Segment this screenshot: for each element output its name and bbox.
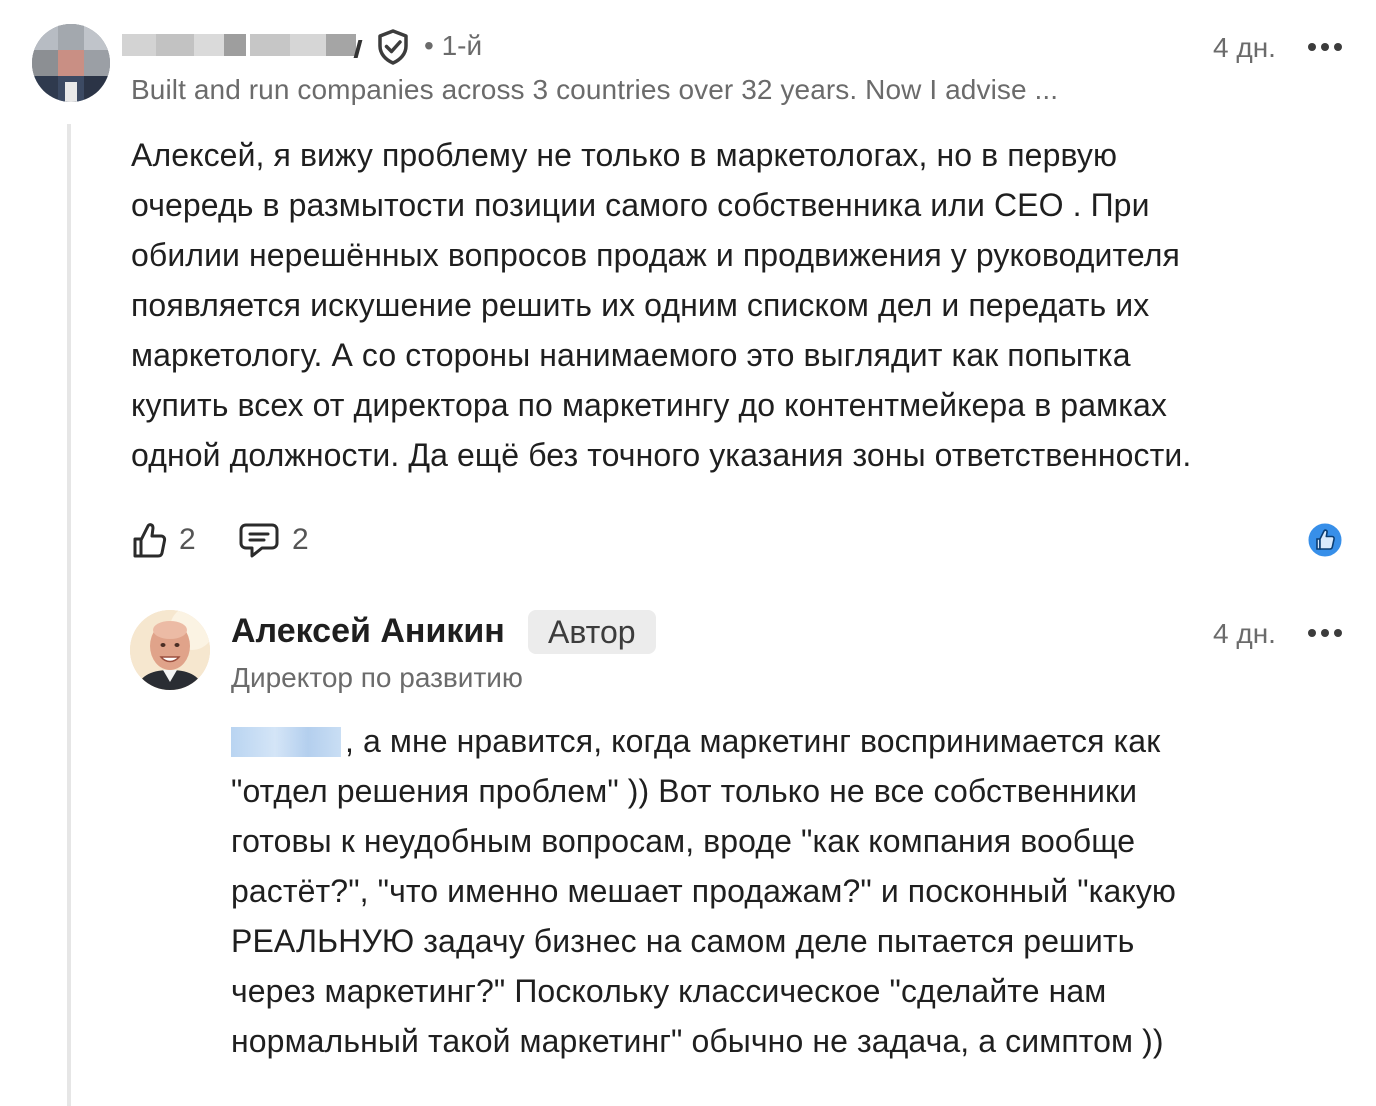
reply-text-line: РЕАЛЬНУЮ задачу бизнес на самом деле пыт… [231, 923, 1135, 959]
author-badge: Автор [528, 610, 656, 654]
reply-text-line: через маркетинг?" Поскольку классическое… [231, 973, 1107, 1009]
like-count: 2 [179, 523, 196, 556]
commenter-name-blurred[interactable] [122, 30, 363, 60]
reply-button[interactable]: 2 [238, 520, 309, 560]
thread-line [67, 124, 71, 1106]
more-options-icon[interactable] [1308, 43, 1342, 53]
reply-text: , а мне нравится, когда маркетинг воспри… [231, 716, 1176, 1066]
like-reaction-icon[interactable] [1307, 522, 1343, 558]
comment-text-line: появляется искушение решить их одним спи… [131, 287, 1150, 323]
reply-first-line-text: , а мне нравится, когда маркетинг воспри… [345, 723, 1161, 759]
more-options-icon[interactable] [1308, 629, 1342, 639]
commenter-headline: Built and run companies across 3 countri… [131, 74, 1059, 105]
reply-text-line: "отдел решения проблем" )) Вот только не… [231, 773, 1138, 809]
comment-text-line: одной должности. Да ещё без точного указ… [131, 437, 1192, 473]
reply-text-line: готовы к неудобным вопросам, вроде "как … [231, 823, 1136, 859]
like-button[interactable]: 2 [131, 520, 196, 560]
verified-shield-icon [378, 29, 408, 65]
thumbs-up-icon [133, 523, 167, 558]
commenter-avatar[interactable] [32, 24, 110, 102]
author-name[interactable]: Алексей Аникин [231, 612, 505, 651]
comment-time: 4 дн. [1213, 32, 1276, 63]
reply-count: 2 [292, 523, 309, 556]
reply-text-line: растёт?", "что именно мешает продажам?" … [231, 873, 1177, 909]
connection-degree: • 1-й [424, 30, 483, 61]
comment-text: Алексей, я вижу проблему не только в мар… [131, 130, 1191, 480]
reply-time: 4 дн. [1213, 618, 1276, 649]
comment-text-line: очередь в размытости позиции самого собс… [131, 187, 1150, 223]
comment-text-line: маркетологу. А со стороны нанимаемого эт… [131, 337, 1131, 373]
author-avatar[interactable] [130, 610, 210, 690]
reply-text-line: , а мне нравится, когда маркетинг воспри… [231, 716, 1176, 766]
comment-bubble-icon [239, 523, 279, 558]
author-headline: Директор по развитию [231, 662, 523, 693]
comment-text-line: обилии нерешённых вопросов продаж и прод… [131, 237, 1180, 273]
reply-text-line: нормальный такой маркетинг" обычно не за… [231, 1023, 1164, 1059]
comment-text-line: купить всех от директора по маркетингу д… [131, 387, 1167, 423]
mention-blurred[interactable] [231, 727, 341, 757]
comment-text-line: Алексей, я вижу проблему не только в мар… [131, 137, 1118, 173]
